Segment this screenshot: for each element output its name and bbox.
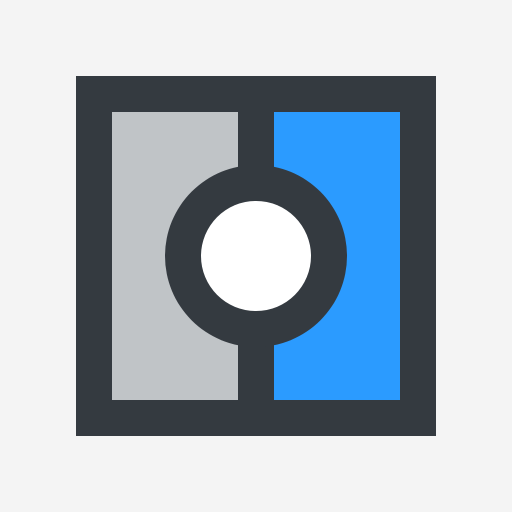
compare-slider-icon <box>76 76 436 436</box>
slider-knob-center <box>201 201 311 311</box>
icon-canvas <box>0 0 512 512</box>
